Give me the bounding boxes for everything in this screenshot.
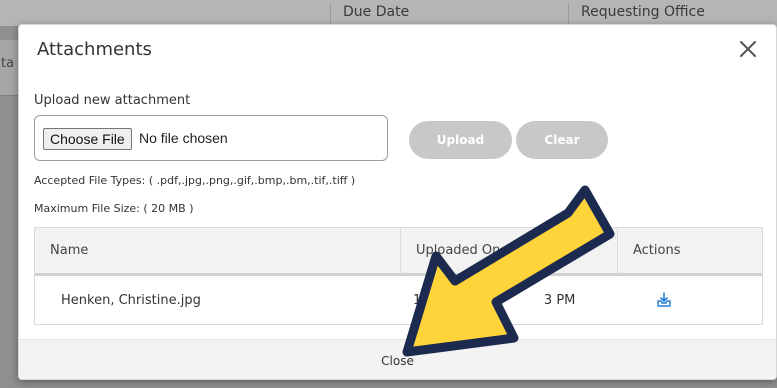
maximum-file-size: Maximum File Size: ( 20 MB ): [34, 202, 194, 215]
accepted-file-types: Accepted File Types: ( .pdf,.jpg,.png,.g…: [34, 174, 356, 187]
modal-footer: Close: [19, 339, 776, 379]
background-left-text: ta: [1, 56, 15, 71]
column-header-name[interactable]: Name: [35, 228, 401, 273]
upload-label: Upload new attachment: [34, 93, 191, 108]
close-button[interactable]: Close: [19, 340, 776, 379]
table-row: Henken, Christine.jpg 12/ 3 PM: [35, 276, 762, 324]
attachment-name: Henken, Christine.jpg: [61, 292, 201, 308]
download-icon[interactable]: [654, 276, 674, 324]
file-status-text: No file chosen: [139, 130, 228, 146]
file-input[interactable]: Choose File No file chosen: [34, 115, 388, 161]
background-table-header: Due Date Requesting Office: [0, 0, 777, 26]
attachments-table: Name Uploaded On Actions Henken, Christi…: [34, 227, 763, 325]
modal-title: Attachments: [37, 39, 152, 60]
upload-button[interactable]: Upload: [409, 121, 512, 159]
attachments-modal: Attachments Upload new attachment Choose…: [18, 24, 777, 380]
uploaded-on-date: 12/: [413, 292, 434, 308]
table-header: Name Uploaded On Actions: [35, 228, 762, 276]
column-header-uploaded-on[interactable]: Uploaded On: [401, 228, 618, 273]
background-column-due-date: Due Date: [330, 4, 568, 26]
column-header-actions: Actions: [633, 243, 681, 258]
close-x-icon[interactable]: [736, 37, 760, 61]
attachment-uploaded-on: 12/ 3 PM: [413, 276, 575, 324]
background-column-requesting-office: Requesting Office: [568, 4, 777, 26]
choose-file-button[interactable]: Choose File: [43, 128, 132, 150]
clear-button[interactable]: Clear: [516, 121, 608, 159]
uploaded-on-time: 3 PM: [543, 292, 576, 308]
